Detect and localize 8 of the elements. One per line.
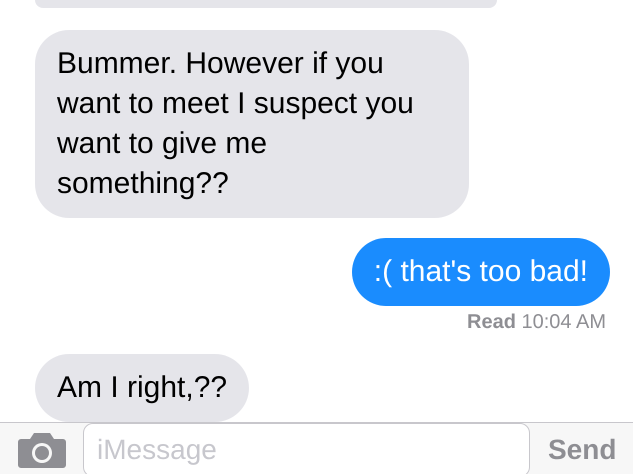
- message-input-field[interactable]: iMessage: [83, 423, 530, 474]
- message-bubble: Am I right,??: [35, 354, 250, 422]
- message-bubble: :( that's too bad!: [352, 238, 610, 306]
- read-receipt: Read 10:04 AM: [467, 310, 606, 334]
- send-button[interactable]: Send: [546, 429, 618, 471]
- camera-icon: [17, 431, 67, 469]
- camera-button[interactable]: [17, 430, 67, 470]
- message-bubble: Bummer. However if you want to meet I suspect you want to give me something??: [35, 30, 469, 218]
